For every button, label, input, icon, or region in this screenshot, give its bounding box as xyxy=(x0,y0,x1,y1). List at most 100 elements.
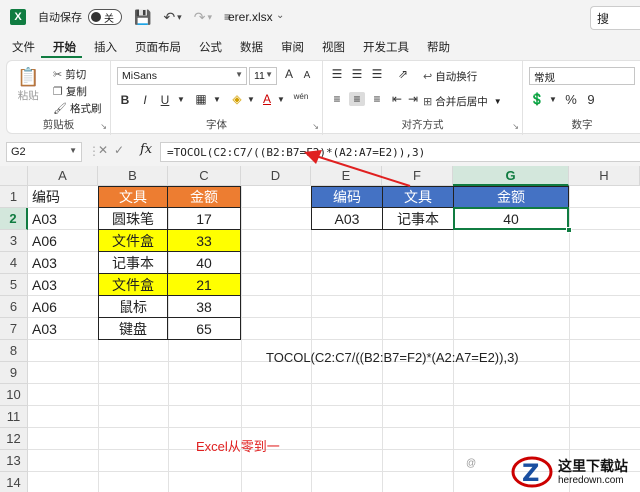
underline-button[interactable]: U xyxy=(157,93,173,107)
chevron-down-icon[interactable]: ▼ xyxy=(209,95,225,104)
undo-icon[interactable]: ↶ xyxy=(163,9,175,26)
tab-formulas[interactable]: 公式 xyxy=(187,36,228,58)
row-header-14[interactable]: 14 xyxy=(0,472,28,492)
cell-B5[interactable]: 文件盒 xyxy=(98,273,168,296)
redo-icon[interactable]: ↷ xyxy=(194,9,206,26)
row-header-2[interactable]: 2 xyxy=(0,208,28,230)
cell-A4[interactable]: A03 xyxy=(30,252,98,274)
cell-E1[interactable]: 编码 xyxy=(311,186,383,208)
column-header-D[interactable]: D xyxy=(241,166,311,186)
row-header-10[interactable]: 10 xyxy=(0,384,28,406)
dialog-launcher-icon[interactable]: ↘ xyxy=(100,122,107,131)
cell-B3[interactable]: 文件盒 xyxy=(98,229,168,252)
cell-G1[interactable]: 金额 xyxy=(453,186,569,208)
row-header-7[interactable]: 7 xyxy=(0,318,28,340)
cell-A1[interactable]: 编码 xyxy=(30,186,98,208)
tab-view[interactable]: 视图 xyxy=(310,36,351,58)
phonetic-guide-button[interactable]: wén xyxy=(293,92,309,101)
search-input[interactable]: 搜 xyxy=(590,6,640,30)
tab-home[interactable]: 开始 xyxy=(41,36,82,58)
copy-button[interactable]: ❐ 复制 xyxy=(53,84,87,99)
chevron-down-icon[interactable]: ▼ xyxy=(243,95,259,104)
decrease-indent-icon[interactable]: ⇤ xyxy=(389,92,405,106)
row-header-8[interactable]: 8 xyxy=(0,340,28,362)
row-header-6[interactable]: 6 xyxy=(0,296,28,318)
autosave-toggle[interactable]: 关 xyxy=(88,9,122,25)
row-header-4[interactable]: 4 xyxy=(0,252,28,274)
cell-C1[interactable]: 金额 xyxy=(167,186,241,208)
chevron-down-icon[interactable]: ▼ xyxy=(273,95,289,104)
cell-B4[interactable]: 记事本 xyxy=(98,251,168,274)
align-center-icon[interactable]: ≡ xyxy=(349,92,365,106)
dialog-launcher-icon[interactable]: ↘ xyxy=(312,122,319,131)
save-icon[interactable]: 💾 xyxy=(134,9,151,26)
row-header-13[interactable]: 13 xyxy=(0,450,28,472)
column-header-A[interactable]: A xyxy=(28,166,98,186)
dialog-launcher-icon[interactable]: ↘ xyxy=(512,122,519,131)
comma-style-button[interactable]: 9 xyxy=(583,92,599,107)
orientation-icon[interactable]: ⇗ xyxy=(395,67,411,81)
select-all-button[interactable] xyxy=(0,166,28,186)
cell-C7[interactable]: 65 xyxy=(167,317,241,340)
cell-B7[interactable]: 键盘 xyxy=(98,317,168,340)
bold-button[interactable]: B xyxy=(117,93,133,107)
column-header-H[interactable]: H xyxy=(569,166,640,186)
tab-help[interactable]: 帮助 xyxy=(415,36,456,58)
tab-insert[interactable]: 插入 xyxy=(82,36,123,58)
format-painter-button[interactable]: 🖌 格式刷 xyxy=(53,101,101,116)
row-header-1[interactable]: 1 xyxy=(0,186,28,208)
column-header-E[interactable]: E xyxy=(311,166,382,186)
chevron-down-icon[interactable]: ⌄ xyxy=(276,10,284,21)
row-header-11[interactable]: 11 xyxy=(0,406,28,428)
chevron-down-icon[interactable]: ▼ xyxy=(545,95,561,104)
percent-button[interactable]: % xyxy=(563,92,579,107)
row-header-3[interactable]: 3 xyxy=(0,230,28,252)
cell-F1[interactable]: 文具 xyxy=(382,186,454,208)
align-right-icon[interactable]: ≡ xyxy=(369,92,385,106)
font-name-select[interactable]: MiSans ▼ xyxy=(117,67,247,85)
row-header-9[interactable]: 9 xyxy=(0,362,28,384)
cell-A2[interactable]: A03 xyxy=(30,208,98,230)
cell-A6[interactable]: A06 xyxy=(30,296,98,318)
undo-dropdown-icon[interactable]: ▾ xyxy=(177,12,182,23)
align-left-icon[interactable]: ≡ xyxy=(329,92,345,106)
grow-font-button[interactable]: A xyxy=(281,67,297,81)
wrap-text-button[interactable]: ↩ 自动换行 xyxy=(423,69,477,84)
tab-page-layout[interactable]: 页面布局 xyxy=(123,36,187,58)
cell-C5[interactable]: 21 xyxy=(167,273,241,296)
cell-C2[interactable]: 17 xyxy=(167,207,241,230)
cell-C3[interactable]: 33 xyxy=(167,229,241,252)
merge-center-button[interactable]: ⊞ 合并后居中 ▼ xyxy=(423,94,502,109)
cell-C4[interactable]: 40 xyxy=(167,251,241,274)
fill-handle[interactable] xyxy=(566,227,572,233)
name-box[interactable]: G2 ▼ xyxy=(6,142,82,162)
cancel-confirm-icons[interactable]: ✕✓ xyxy=(98,143,130,157)
worksheet-grid[interactable]: A B C D E F G H 1 2 3 4 5 6 7 8 9 10 11 12 13 14 编码 文具 金额 A03… xyxy=(0,166,640,492)
column-header-F[interactable]: F xyxy=(382,166,453,186)
align-top-icon[interactable]: ☰ xyxy=(329,67,345,81)
file-name[interactable]: erer.xlsx xyxy=(228,10,273,24)
column-header-G[interactable]: G xyxy=(453,166,569,186)
row-header-12[interactable]: 12 xyxy=(0,428,28,450)
cut-button[interactable]: ✂ 剪切 xyxy=(53,67,86,82)
shrink-font-button[interactable]: A xyxy=(299,70,315,81)
column-header-C[interactable]: C xyxy=(168,166,241,186)
column-header-B[interactable]: B xyxy=(98,166,168,186)
cell-B2[interactable]: 圆珠笔 xyxy=(98,207,168,230)
italic-button[interactable]: I xyxy=(137,93,153,107)
cell-A5[interactable]: A03 xyxy=(30,274,98,296)
currency-icon[interactable]: 💲 xyxy=(529,92,545,106)
redo-dropdown-icon[interactable]: ▾ xyxy=(207,12,212,23)
borders-icon[interactable]: ▦ xyxy=(193,92,209,106)
chevron-down-icon[interactable]: ▼ xyxy=(173,95,189,104)
align-middle-icon[interactable]: ☰ xyxy=(349,67,365,81)
insert-function-button[interactable]: fx xyxy=(140,142,152,157)
cell-E2[interactable]: A03 xyxy=(311,207,383,230)
font-size-select[interactable]: 11 ▼ xyxy=(249,67,277,85)
cell-B1[interactable]: 文具 xyxy=(98,186,168,208)
tab-data[interactable]: 数据 xyxy=(228,36,269,58)
cell-A7[interactable]: A03 xyxy=(30,318,98,340)
row-header-5[interactable]: 5 xyxy=(0,274,28,296)
tab-file[interactable]: 文件 xyxy=(0,36,41,58)
tab-review[interactable]: 审阅 xyxy=(269,36,310,58)
